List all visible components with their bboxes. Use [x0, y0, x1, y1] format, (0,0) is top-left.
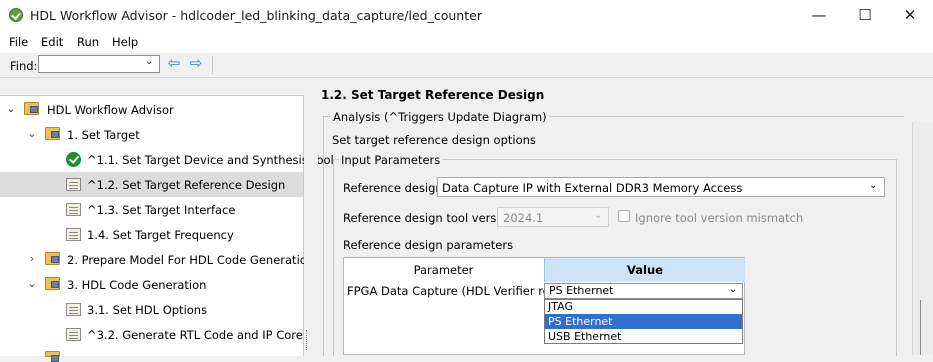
reference-design-label: Reference design: — [343, 181, 447, 195]
tree-item-prepare-model[interactable]: › 2. Prepare Model For HDL Code Generati… — [0, 247, 314, 272]
tree-item-hdl-workflow-advisor[interactable]: ⌄ HDL Workflow Advisor — [0, 97, 303, 122]
check-icon — [66, 152, 81, 167]
input-parameters-label: Input Parameters — [339, 153, 443, 167]
tree-item-label: 1.4. Set Target Frequency — [87, 228, 234, 242]
panel-splitter[interactable] — [304, 95, 318, 355]
folder-icon — [24, 102, 39, 115]
forward-arrow-icon[interactable]: ⇨ — [187, 56, 205, 72]
vertical-scrollbar[interactable] — [912, 122, 933, 355]
folder-icon — [45, 252, 60, 265]
tree-item-label: ^1.3. Set Target Interface — [87, 203, 236, 217]
ignore-mismatch-checkbox — [618, 210, 630, 222]
reference-design-value: Data Capture IP with External DDR3 Memor… — [442, 181, 743, 195]
tree-item-label: 3. HDL Code Generation — [67, 278, 207, 292]
maximize-button[interactable]: ☐ — [842, 0, 888, 31]
task-doc-icon — [66, 328, 81, 341]
chevron-down-icon[interactable]: ⌄ — [5, 102, 17, 115]
tree-item-set-target-reference-design[interactable]: ^1.2. Set Target Reference Design — [0, 172, 303, 197]
chevron-down-icon[interactable]: ⌄ — [26, 277, 38, 290]
menu-edit[interactable]: Edit — [41, 35, 63, 49]
tree-item-set-hdl-options[interactable]: 3.1. Set HDL Options — [0, 297, 303, 322]
tree-item-label: ^1.2. Set Target Reference Design — [87, 178, 286, 192]
tree-item-generate-rtl[interactable]: ^3.2. Generate RTL Code and IP Core — [0, 322, 303, 347]
description-text: Set target reference design options — [332, 133, 536, 147]
menu-file[interactable]: File — [9, 35, 28, 49]
chevron-down-icon[interactable]: ⌄ — [26, 127, 38, 140]
window-title: HDL Workflow Advisor - hdlcoder_led_blin… — [30, 8, 482, 23]
find-label: Find: — [10, 59, 38, 73]
tree-item-label: HDL Workflow Advisor — [47, 103, 174, 117]
tree-item-hdl-code-generation[interactable]: ⌄ 3. HDL Code Generation — [0, 272, 303, 297]
back-arrow-icon[interactable]: ⇦ — [165, 56, 183, 72]
run-task-icon — [66, 178, 81, 191]
folder-icon — [45, 351, 60, 362]
dropdown-option-jtag[interactable]: JTAG — [545, 299, 742, 314]
folder-icon — [45, 277, 60, 290]
task-doc-icon — [66, 228, 81, 241]
tree-item-label: ^3.2. Generate RTL Code and IP Core — [87, 328, 303, 342]
params-label: Reference design parameters — [343, 238, 514, 252]
menu-run[interactable]: Run — [77, 35, 99, 49]
toolbar-divider — [212, 56, 213, 74]
minimize-button[interactable]: — — [796, 0, 842, 31]
table-cell-parameter: FPGA Data Capture (HDL Verifier req... — [347, 284, 569, 298]
dropdown-option-usb-ethernet[interactable]: USB Ethernet — [545, 329, 742, 344]
folder-icon — [45, 127, 60, 140]
tree-item-set-target-interface[interactable]: ^1.3. Set Target Interface — [0, 197, 303, 222]
tree-item-set-target[interactable]: ⌄ 1. Set Target — [0, 122, 303, 147]
tool-version-value: 2024.1 — [503, 211, 544, 225]
close-button[interactable]: ✕ — [887, 0, 933, 31]
tree-item-set-target-device[interactable]: ^1.1. Set Target Device and Synthesis To… — [0, 147, 334, 172]
chevron-down-icon[interactable]: ⌄ — [869, 180, 877, 191]
task-doc-icon — [66, 203, 81, 216]
chevron-down-icon[interactable]: ⌄ — [145, 56, 153, 67]
tree-item-label: ^1.1. Set Target Device and Synthesis To… — [87, 153, 334, 167]
tree-item-label: 1. Set Target — [67, 128, 140, 142]
chevron-down-icon: ⌄ — [594, 210, 603, 221]
tree-item-set-target-frequency[interactable]: 1.4. Set Target Frequency — [0, 222, 303, 247]
scrollbar-thumb[interactable] — [920, 300, 921, 355]
tool-version-label: Reference design tool version: — [343, 211, 518, 225]
chevron-down-icon[interactable]: ⌄ — [729, 284, 737, 295]
tree-item-label: 2. Prepare Model For HDL Code Generation — [67, 253, 315, 267]
tree-item-label: 3.1. Set HDL Options — [87, 303, 208, 317]
app-check-icon — [9, 8, 23, 22]
column-header-parameter[interactable]: Parameter — [344, 258, 543, 282]
menu-help[interactable]: Help — [112, 35, 138, 49]
analysis-group-label: Analysis (^Triggers Update Diagram) — [331, 110, 549, 124]
task-doc-icon — [66, 303, 81, 316]
value-select-text: PS Ethernet — [549, 284, 614, 297]
ignore-mismatch-label: Ignore tool version mismatch — [635, 211, 804, 225]
page-title: 1.2. Set Target Reference Design — [321, 88, 545, 102]
chevron-right-icon[interactable]: › — [26, 252, 38, 265]
splitter-grip[interactable] — [306, 330, 310, 350]
menu-bar — [0, 31, 933, 53]
dropdown-option-ps-ethernet[interactable]: PS Ethernet — [545, 314, 742, 329]
column-header-value[interactable]: Value — [544, 258, 745, 282]
find-input[interactable] — [38, 55, 160, 73]
